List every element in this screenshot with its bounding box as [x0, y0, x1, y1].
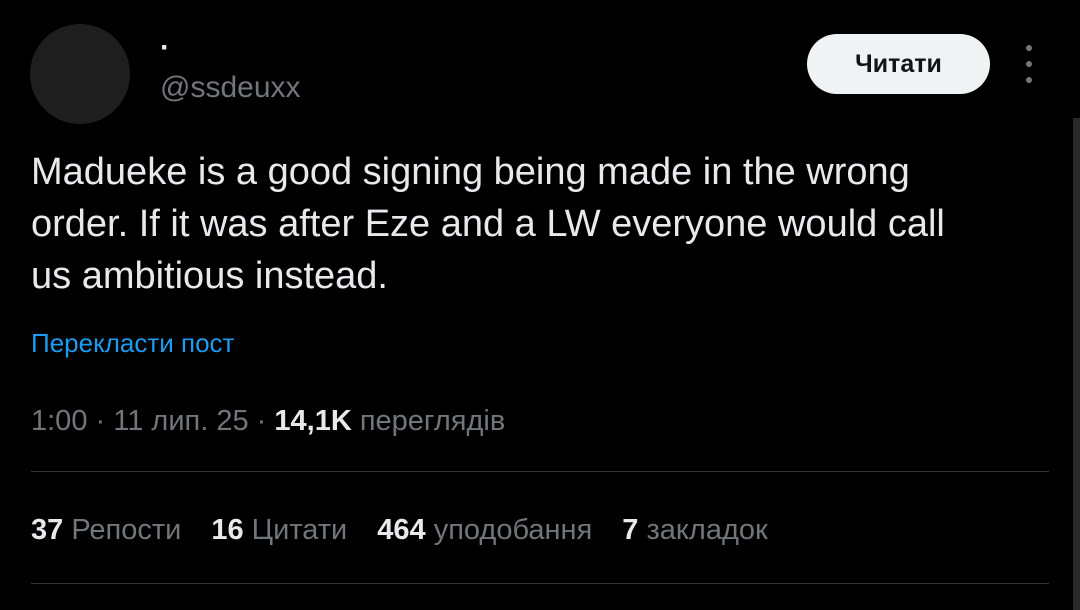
- meta-separator: ·: [248, 405, 275, 437]
- bookmarks-stat[interactable]: 7 закладок: [622, 510, 767, 550]
- likes-label: уподобання: [433, 514, 593, 546]
- likes-stat[interactable]: 464 уподобання: [377, 510, 592, 550]
- more-dot: [1026, 45, 1032, 51]
- quotes-stat[interactable]: 16 Цитати: [211, 510, 347, 550]
- translate-post-link[interactable]: Перекласти пост: [31, 326, 234, 360]
- tweet-time[interactable]: 1:00: [31, 405, 87, 437]
- meta-separator: ·: [87, 405, 114, 437]
- divider: [31, 583, 1049, 584]
- tweet-text-line: us ambitious instead.: [31, 255, 388, 297]
- reposts-count: 37: [31, 514, 64, 546]
- author-display-name[interactable]: ·: [160, 28, 170, 68]
- more-dot: [1026, 77, 1032, 83]
- bookmarks-label: закладок: [646, 514, 768, 546]
- author-handle[interactable]: @ssdeuxx: [160, 70, 301, 106]
- avatar[interactable]: [30, 24, 130, 124]
- quotes-label: Цитати: [251, 514, 348, 546]
- reposts-stat[interactable]: 37 Репости: [31, 510, 181, 550]
- tweet-meta: 1:00 · 11 лип. 25 · 14,1K переглядів: [31, 402, 505, 440]
- tweet-text: Madueke is a good signing being made in …: [31, 146, 1031, 302]
- divider: [31, 471, 1049, 472]
- tweet-date[interactable]: 11 лип. 25: [113, 405, 248, 437]
- views-label[interactable]: переглядів: [352, 405, 505, 437]
- views-count[interactable]: 14,1K: [274, 405, 351, 437]
- tweet-text-line: Madueke is a good signing being made in …: [31, 151, 910, 193]
- follow-button[interactable]: Читати: [807, 34, 990, 94]
- scrollbar[interactable]: [1073, 118, 1080, 610]
- more-vertical-icon[interactable]: [1019, 45, 1039, 83]
- quotes-count: 16: [211, 514, 244, 546]
- reposts-label: Репости: [71, 514, 182, 546]
- likes-count: 464: [377, 514, 426, 546]
- tweet-text-line: order. If it was after Eze and a LW ever…: [31, 203, 945, 245]
- bookmarks-count: 7: [622, 514, 639, 546]
- engagement-stats: 37 Репости 16 Цитати 464 уподобання 7 за…: [31, 510, 768, 550]
- more-dot: [1026, 61, 1032, 67]
